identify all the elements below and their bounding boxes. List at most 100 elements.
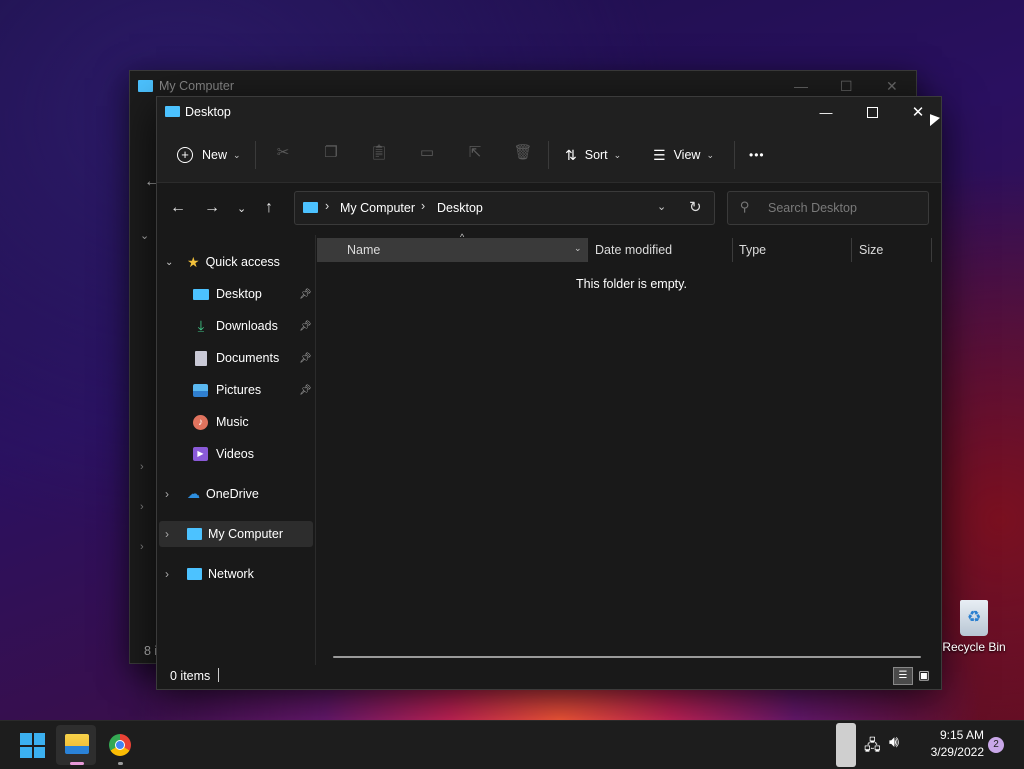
file-explorer-taskbar-button[interactable] [56,725,96,765]
paste-icon[interactable]: 📋︎ [369,143,389,163]
maximize-button[interactable] [849,97,895,127]
column-size-label: Size [859,243,884,257]
recycle-bin-label: Recycle Bin [942,640,1006,654]
sidebar-item-network[interactable]: › Network [165,561,315,587]
sidebar-item-label: Documents [216,351,280,365]
new-button[interactable]: + New ⌄ [177,139,241,171]
chrome-icon-center [115,740,125,750]
chevron-right-icon[interactable]: › [140,541,144,553]
details-view-icon[interactable]: ☰ [893,667,913,685]
toolbar-divider [734,141,735,169]
videos-icon: ▶ [193,447,208,461]
address-history-chevron-icon[interactable]: ⌄ [657,200,666,213]
toolbar-divider [255,141,256,169]
start-button[interactable] [20,733,45,758]
chevron-right-icon[interactable]: › [140,501,144,513]
recycle-bin-icon: ♻ [960,600,988,636]
sidebar-item-videos[interactable]: ▶ Videos [193,441,313,467]
toolbar-divider [548,141,549,169]
chevron-down-icon: ⌄ [613,149,622,160]
share-icon[interactable]: ⇱ [465,143,485,163]
column-divider[interactable] [732,238,733,262]
sidebar-item-desktop[interactable]: Desktop 📌︎ [193,281,313,307]
up-arrow-icon[interactable]: ↑ [265,199,273,217]
clock[interactable]: 9:15 AM 3/29/2022 [912,728,984,759]
view-button[interactable]: ☰ View ⌄ [653,139,714,171]
back-arrow-icon[interactable]: ← [170,199,186,217]
rename-icon[interactable]: ▭ [417,143,437,163]
sidebar-item-music[interactable]: ♪ Music [193,409,313,435]
sidebar-item-label: Desktop [216,287,262,301]
plus-circle-icon: + [177,147,193,163]
desktop-icon [193,288,209,300]
refresh-icon[interactable]: ↻ [689,198,702,216]
chevron-right-icon[interactable]: › [140,461,144,473]
pictures-icon [193,383,208,397]
column-divider[interactable] [851,238,852,262]
chevron-down-icon[interactable]: ⌄ [140,229,149,242]
horizontal-scrollbar[interactable] [333,656,921,658]
more-icon: ••• [749,148,765,162]
notification-badge[interactable]: 2 [988,737,1004,753]
sidebar-item-label: Music [216,415,249,429]
show-hidden-icons[interactable] [836,723,856,767]
sidebar-item-my-computer[interactable]: › My Computer [159,521,313,547]
column-header-name[interactable]: ^ Name [317,232,587,262]
sidebar-item-quick-access[interactable]: ⌄ ★ Quick access [165,249,315,275]
empty-folder-message: This folder is empty. [576,277,687,291]
column-divider[interactable] [587,238,588,262]
column-name-label: Name [347,243,381,257]
column-divider[interactable] [931,238,932,262]
breadcrumb-desktop[interactable]: Desktop [437,201,483,215]
computer-icon [303,202,318,213]
minimize-button[interactable]: — [803,97,849,127]
close-icon[interactable]: ✕ [886,78,898,95]
search-icon: ⚲ [740,199,750,214]
recycle-bin-desktop-icon[interactable]: ♻ Recycle Bin [940,600,1008,664]
document-icon [195,350,207,366]
maximize-icon[interactable]: ☐ [840,78,853,95]
search-box[interactable]: ⚲ Search Desktop [727,191,929,225]
active-indicator [70,762,84,765]
address-bar[interactable]: › My Computer › Desktop ⌄ ↻ [294,191,715,225]
column-dropdown-chevron-icon[interactable]: ⌄ [574,243,582,254]
breadcrumb-separator-icon: › [325,199,330,213]
search-placeholder: Search Desktop [768,201,857,215]
sidebar-item-documents[interactable]: Documents 📌︎ [193,345,313,371]
more-options-button[interactable]: ••• [749,139,765,171]
minimize-icon[interactable]: — [794,78,808,94]
desktop-icon [165,106,180,117]
window-titlebar[interactable]: Desktop — ✕ [157,97,941,127]
network-status-icon[interactable]: 🖧︎ [864,735,881,760]
sort-icon: ⇅ [565,146,577,163]
minimize-icon: — [819,104,833,120]
copy-icon[interactable]: ❐ [321,143,341,163]
sidebar-item-label: Pictures [216,383,262,397]
chevron-down-icon: ⌄ [165,256,174,268]
column-header-size[interactable]: Size [859,238,883,262]
sort-button[interactable]: ⇅ Sort ⌄ [565,139,621,171]
large-icons-view-icon[interactable]: ▣ [915,667,933,683]
chevron-right-icon: › [165,527,169,541]
pane-divider[interactable] [315,235,316,665]
sidebar-item-onedrive[interactable]: › ☁ OneDrive [165,481,315,507]
chrome-taskbar-button[interactable] [100,725,140,765]
sidebar-item-downloads[interactable]: ⤓ Downloads 📌︎ [193,313,313,339]
explorer-window[interactable]: Desktop — ✕ + New ⌄ ✂ ❐ 📋︎ ▭ ⇱ 🗑︎ ⇅ Sort… [156,96,942,690]
sidebar-item-label: My Computer [208,527,284,541]
download-icon: ⤓ [197,317,205,335]
recent-locations-chevron-icon[interactable]: ⌄ [237,202,246,215]
maximize-icon [866,106,878,118]
sidebar-item-pictures[interactable]: Pictures 📌︎ [193,377,313,403]
volume-icon[interactable]: 🔊︎ [889,734,899,752]
column-header-type[interactable]: Type [739,238,766,262]
breadcrumb-my-computer[interactable]: My Computer [340,201,415,215]
column-header-date-modified[interactable]: Date modified [595,238,672,262]
star-icon: ★ [187,253,200,270]
forward-arrow-icon[interactable]: → [204,199,220,217]
delete-icon[interactable]: 🗑︎ [513,143,533,163]
cut-icon[interactable]: ✂ [273,143,293,163]
chevron-down-icon: ⌄ [233,149,241,160]
status-bar: 0 items ☰ ▣ [157,665,941,687]
clock-time: 9:15 AM [939,728,984,742]
